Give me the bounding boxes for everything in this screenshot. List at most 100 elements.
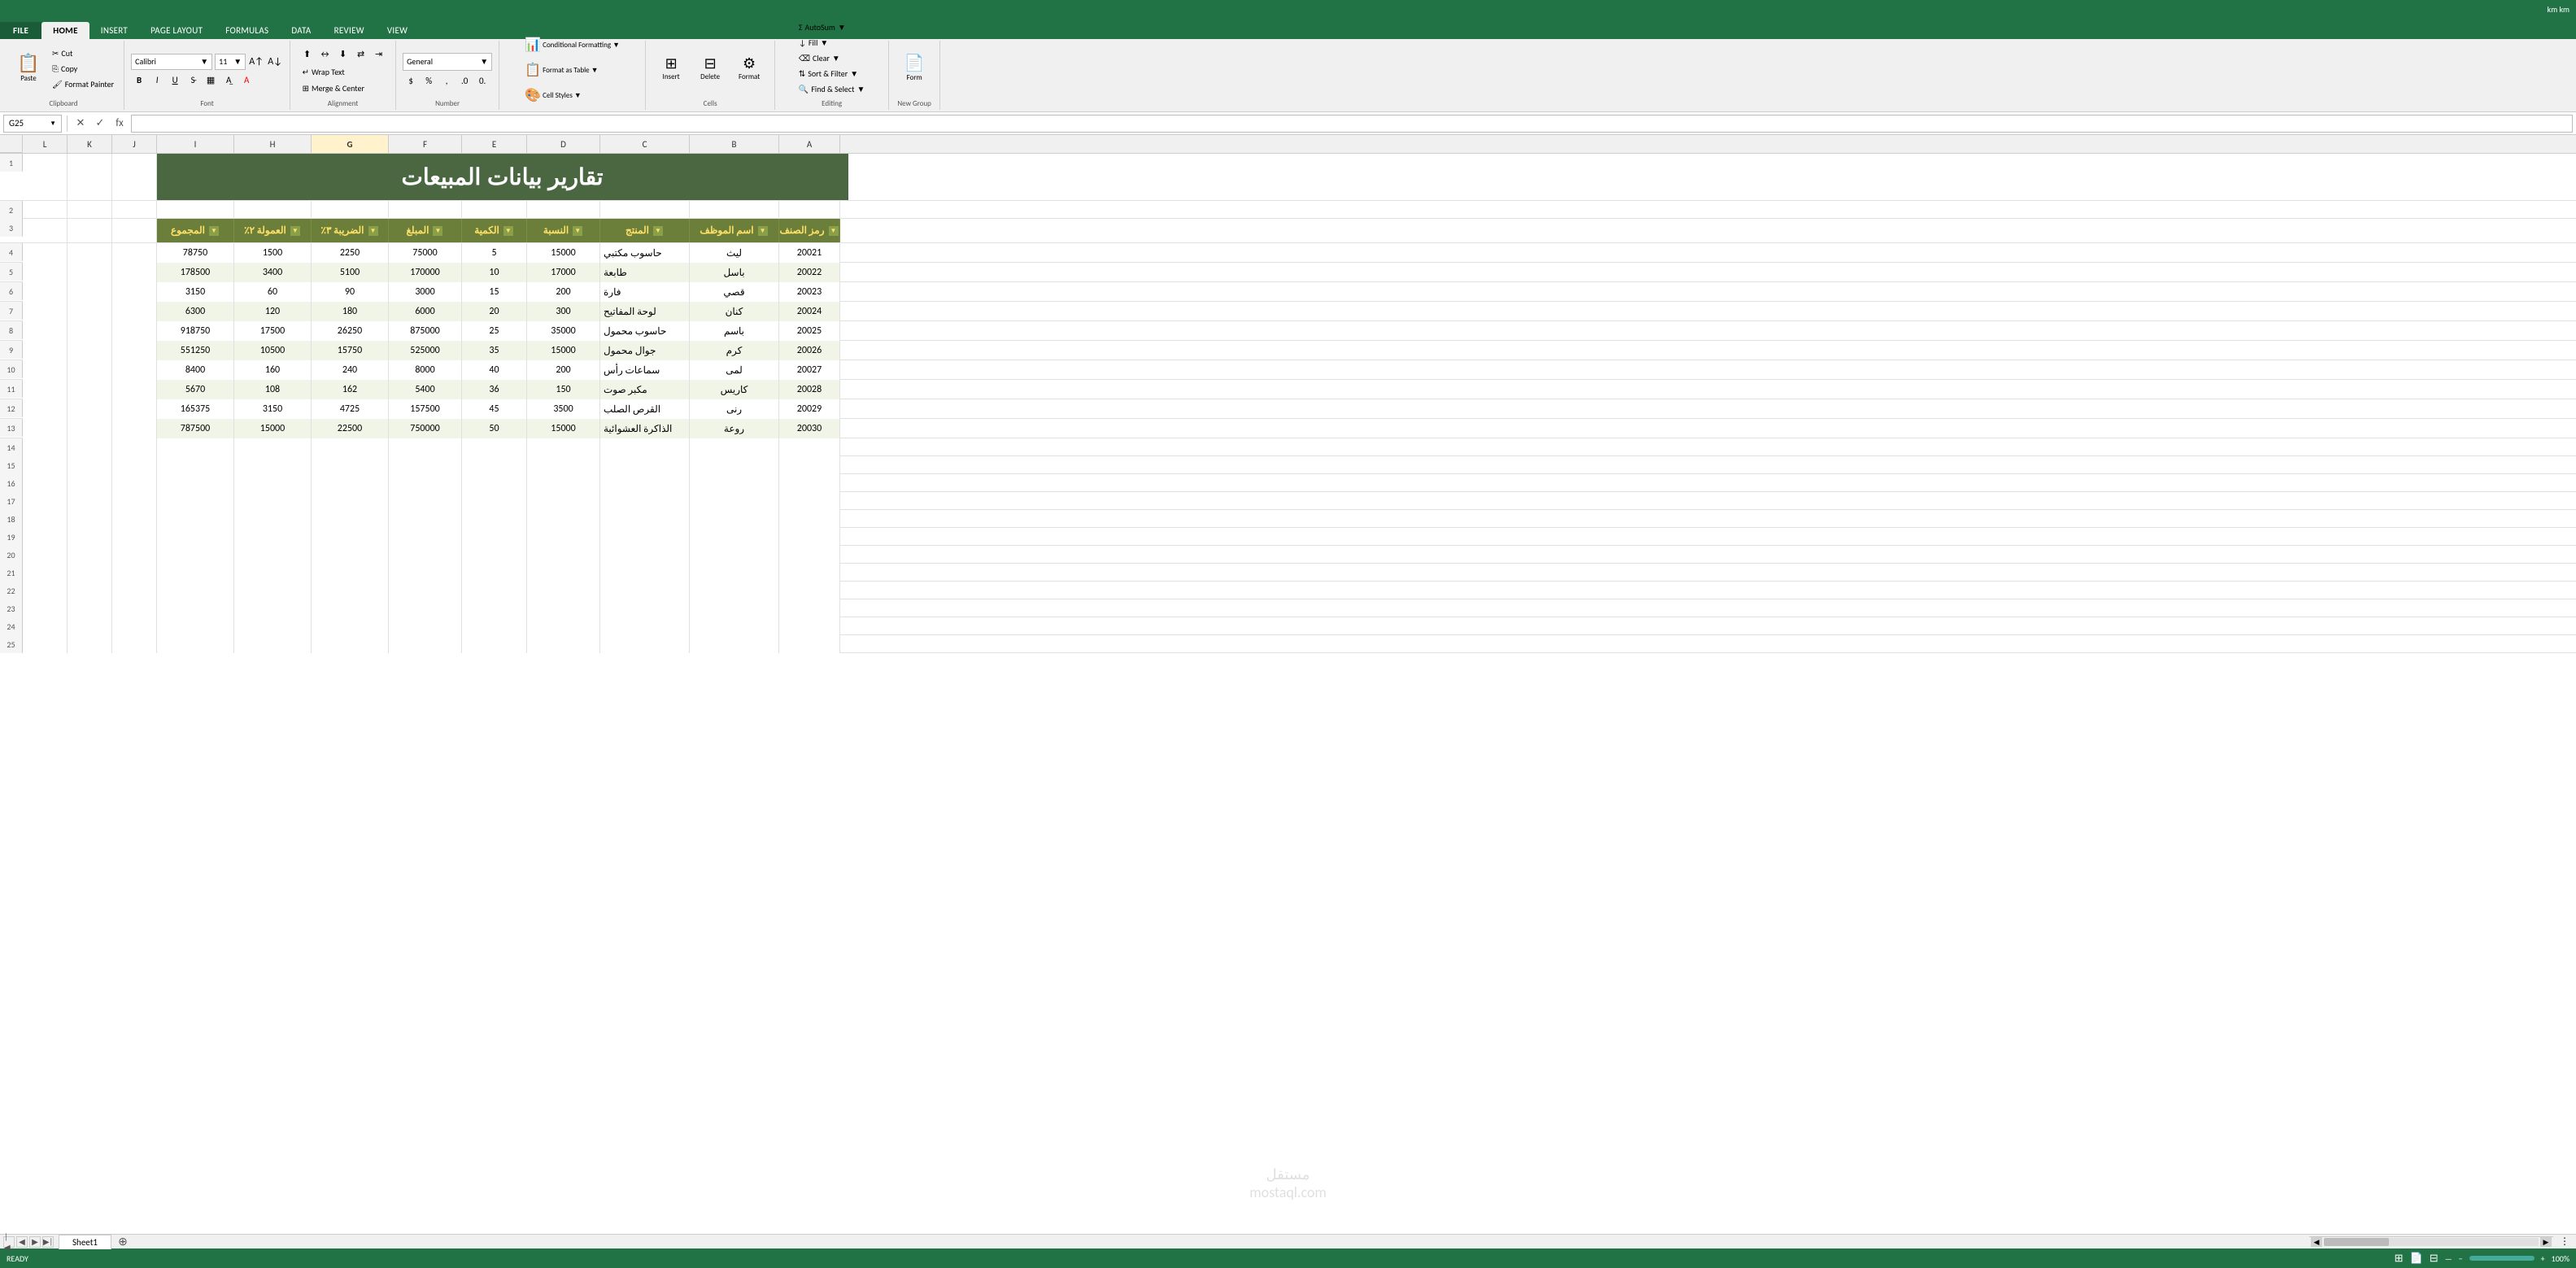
table-row[interactable] — [23, 243, 68, 263]
table-row[interactable]: روعة — [690, 419, 779, 438]
scroll-right-button[interactable]: ▶ — [2540, 1237, 2552, 1247]
list-item[interactable] — [462, 528, 527, 546]
list-item[interactable] — [462, 474, 527, 492]
list-item[interactable] — [23, 456, 68, 474]
list-item[interactable] — [312, 582, 389, 599]
table-row[interactable]: 36 — [462, 380, 527, 399]
table-row[interactable]: سماعات رأس — [600, 360, 690, 380]
list-item[interactable] — [600, 635, 690, 653]
list-item[interactable] — [389, 582, 462, 599]
list-item[interactable] — [779, 492, 840, 510]
bold-button[interactable]: B — [131, 72, 147, 89]
list-item[interactable] — [23, 510, 68, 528]
table-row[interactable]: كنان — [690, 302, 779, 321]
increase-font-button[interactable]: A↑ — [248, 54, 264, 70]
cell-G2[interactable] — [312, 201, 389, 218]
list-item[interactable] — [23, 564, 68, 582]
list-item[interactable] — [389, 510, 462, 528]
list-item[interactable] — [600, 564, 690, 582]
font-color-button[interactable]: A — [238, 72, 255, 89]
list-item[interactable] — [234, 438, 312, 456]
sheet-tab-1[interactable]: Sheet1 — [59, 1235, 111, 1249]
list-item[interactable] — [23, 438, 68, 456]
list-item[interactable] — [600, 546, 690, 564]
table-row[interactable]: 15000 — [527, 419, 600, 438]
table-row[interactable]: 875000 — [389, 321, 462, 341]
col-header-F[interactable]: F — [389, 135, 462, 153]
list-item[interactable] — [312, 528, 389, 546]
table-row[interactable]: 78750 — [157, 243, 234, 263]
table-row[interactable] — [68, 380, 112, 399]
table-row[interactable]: 108 — [234, 380, 312, 399]
list-item[interactable] — [23, 599, 68, 617]
table-row[interactable] — [112, 243, 157, 263]
list-item[interactable] — [112, 492, 157, 510]
table-row[interactable] — [112, 380, 157, 399]
list-item[interactable] — [68, 438, 112, 456]
list-item[interactable] — [112, 635, 157, 653]
table-row[interactable]: 2250 — [312, 243, 389, 263]
table-row[interactable] — [68, 302, 112, 321]
table-row[interactable] — [23, 399, 68, 419]
table-row[interactable]: ليث — [690, 243, 779, 263]
table-row[interactable]: 5 — [462, 243, 527, 263]
table-row[interactable] — [68, 263, 112, 282]
list-item[interactable] — [462, 635, 527, 653]
list-item[interactable] — [312, 635, 389, 653]
col-header-H[interactable]: H — [234, 135, 312, 153]
table-row[interactable]: 918750 — [157, 321, 234, 341]
row-num-8[interactable]: 8 — [0, 321, 23, 339]
next-sheet-button[interactable]: ▶ — [29, 1236, 41, 1248]
list-item[interactable] — [462, 546, 527, 564]
table-row[interactable] — [23, 360, 68, 380]
list-item[interactable] — [157, 546, 234, 564]
view-page-break-icon[interactable]: ⊟ — [2430, 1253, 2439, 1265]
list-item[interactable] — [600, 474, 690, 492]
table-row[interactable]: 8400 — [157, 360, 234, 380]
list-item[interactable] — [690, 635, 779, 653]
table-row[interactable]: 8000 — [389, 360, 462, 380]
col-header-G[interactable]: G — [312, 135, 389, 153]
list-item[interactable] — [389, 492, 462, 510]
list-item[interactable] — [312, 617, 389, 635]
table-row[interactable] — [112, 419, 157, 438]
table-row[interactable]: مكبر صوت — [600, 380, 690, 399]
table-row[interactable]: القرص الصلب — [600, 399, 690, 419]
horizontal-scrollbar[interactable]: ◀ ▶ — [2309, 1236, 2553, 1248]
list-item[interactable] — [389, 546, 462, 564]
filter-tax[interactable]: ▼ — [368, 225, 379, 237]
accounting-button[interactable]: $ — [403, 73, 419, 89]
table-row[interactable]: 6300 — [157, 302, 234, 321]
table-row[interactable]: 17000 — [527, 263, 600, 282]
table-row[interactable]: 4725 — [312, 399, 389, 419]
tab-page-layout[interactable]: PAGE LAYOUT — [139, 22, 214, 39]
cell-I2[interactable] — [157, 201, 234, 218]
number-format-box[interactable]: General ▼ — [403, 53, 492, 71]
row-num-19[interactable]: 19 — [0, 528, 23, 546]
last-sheet-button[interactable]: ▶| — [42, 1236, 54, 1248]
table-row[interactable]: 525000 — [389, 341, 462, 360]
list-item[interactable] — [234, 510, 312, 528]
text-direction-button[interactable]: ⇄ — [353, 46, 369, 63]
table-row[interactable]: 160 — [234, 360, 312, 380]
row-num-13[interactable]: 13 — [0, 419, 23, 437]
list-item[interactable] — [462, 564, 527, 582]
table-row[interactable] — [23, 263, 68, 282]
row-num-24[interactable]: 24 — [0, 617, 23, 635]
list-item[interactable] — [527, 617, 600, 635]
list-item[interactable] — [389, 456, 462, 474]
list-item[interactable] — [527, 546, 600, 564]
list-item[interactable] — [779, 599, 840, 617]
col-header-A[interactable]: A — [779, 135, 840, 153]
table-row[interactable] — [68, 341, 112, 360]
table-row[interactable]: 15750 — [312, 341, 389, 360]
delete-button[interactable]: ⊟ Delete — [691, 46, 729, 91]
insert-function-button[interactable]: fx — [111, 117, 128, 129]
tab-view[interactable]: VIEW — [376, 22, 419, 39]
list-item[interactable] — [779, 474, 840, 492]
table-row[interactable]: حاسوب محمول — [600, 321, 690, 341]
table-row[interactable] — [23, 419, 68, 438]
row-num-25[interactable]: 25 — [0, 635, 23, 653]
list-item[interactable] — [112, 474, 157, 492]
list-item[interactable] — [68, 564, 112, 582]
